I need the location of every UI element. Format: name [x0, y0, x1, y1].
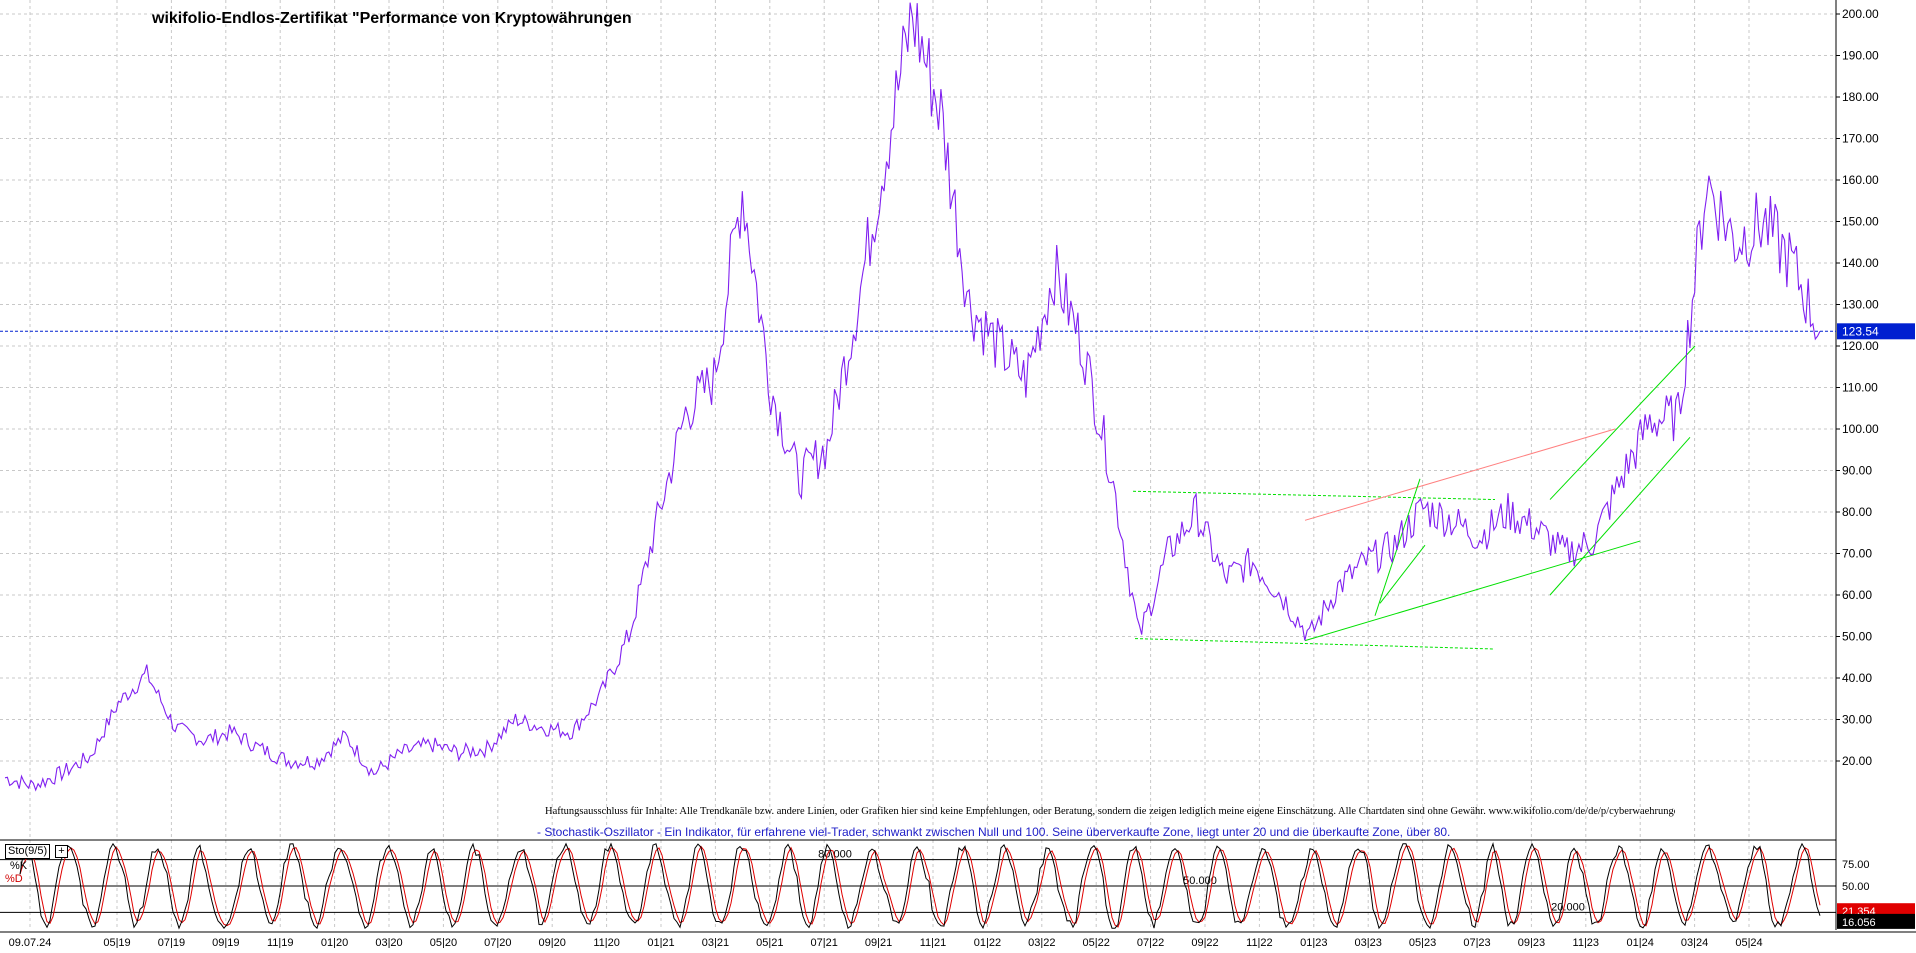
- osc-axis-label: 75.00: [1842, 859, 1870, 871]
- chart-title: wikifolio-Endlos-Zertifikat "Performance…: [152, 10, 632, 27]
- price-line: [4, 2, 1821, 792]
- uptrend-line: [1304, 540, 1641, 642]
- x-tick-label: 11|23: [1573, 937, 1600, 948]
- y-tick-label: 40.00: [1842, 671, 1872, 685]
- y-tick-label: 80.00: [1842, 505, 1872, 519]
- x-tick-label: 09|23: [1518, 937, 1545, 948]
- x-tick-label: 09.07.24: [9, 937, 52, 948]
- d-line-label: %D: [5, 873, 23, 885]
- d-line: [19, 845, 1821, 928]
- x-tick-label: 09|21: [865, 937, 892, 948]
- x-tick-label: 09|19: [212, 937, 239, 948]
- osc-level-label: 20.000: [1551, 901, 1585, 913]
- y-tick-label: 160.00: [1842, 173, 1879, 187]
- x-tick-label: 05|23: [1409, 937, 1436, 948]
- price-series: [4, 2, 1821, 792]
- osc-axis-label: 50.00: [1842, 881, 1870, 893]
- x-tick-label: 05|21: [756, 937, 783, 948]
- last-price-value: 123.54: [1842, 324, 1879, 338]
- y-tick-label: 180.00: [1842, 90, 1879, 104]
- y-tick-label: 130.00: [1842, 298, 1879, 312]
- x-tick-label: 01|20: [321, 937, 348, 948]
- stochastic-panel: 80.00050.00020.00075.0050.0025.0021.3541…: [0, 842, 1915, 930]
- x-tick-label: 03|24: [1681, 937, 1708, 948]
- y-tick-label: 190.00: [1842, 49, 1879, 63]
- x-tick-label: 07|21: [811, 937, 838, 948]
- y-tick-label: 110.00: [1842, 381, 1878, 395]
- x-tick-label: 03|21: [702, 937, 729, 948]
- x-tick-label: 01|21: [647, 937, 674, 948]
- x-tick-label: 05|20: [430, 937, 457, 948]
- x-tick-label: 09|22: [1191, 937, 1218, 948]
- x-tick-label: 11|19: [267, 937, 294, 948]
- x-tick-label: 09|20: [539, 937, 566, 948]
- resistance-line: [1304, 428, 1616, 521]
- y-tick-label: 200.00: [1842, 7, 1879, 21]
- x-tick-label: 07|23: [1463, 937, 1490, 948]
- d-value-label: 16.056: [1842, 917, 1876, 929]
- uptrend-channel-top: [1549, 345, 1696, 500]
- x-tick-label: 07|19: [158, 937, 185, 948]
- y-tick-label: 170.00: [1842, 132, 1879, 146]
- indicator-label[interactable]: Sto(9/5): [5, 844, 51, 859]
- grid-layer: [0, 0, 1836, 930]
- x-tick-label: 11|20: [593, 937, 620, 948]
- k-line-label: %K: [10, 860, 28, 872]
- x-tick-label: 03|22: [1028, 937, 1055, 948]
- x-tick-label: 03|23: [1355, 937, 1382, 948]
- add-indicator-button[interactable]: +: [55, 845, 68, 858]
- y-tick-label: 60.00: [1842, 588, 1872, 602]
- x-tick-label: 01|22: [974, 937, 1001, 948]
- oscillator-note: - Stochastik-Oszillator - Ein Indikator,…: [537, 825, 1451, 839]
- chart-root: 210.00200.00190.00180.00170.00160.00150.…: [0, 0, 1916, 949]
- x-tick-label: 11|21: [920, 937, 947, 948]
- y-tick-label: 70.00: [1842, 547, 1872, 561]
- x-tick-label: 05|19: [103, 937, 130, 948]
- y-tick-label: 30.00: [1842, 713, 1872, 727]
- x-tick-label: 01|23: [1300, 937, 1327, 948]
- y-tick-label: 120.00: [1842, 339, 1879, 353]
- y-tick-label: 50.00: [1842, 630, 1872, 644]
- y-tick-label: 150.00: [1842, 215, 1879, 229]
- y-tick-label: 140.00: [1842, 256, 1879, 270]
- x-tick-label: 11|22: [1246, 937, 1273, 948]
- x-tick-label: 07|20: [484, 937, 511, 948]
- x-tick-label: 05|22: [1083, 937, 1110, 948]
- x-tick-label: 03|20: [375, 937, 402, 948]
- x-tick-label: 01|24: [1627, 937, 1654, 948]
- y-tick-label: 90.00: [1842, 464, 1872, 478]
- disclaimer-text: Haftungsausschluss für Inhalte: Alle Tre…: [545, 806, 1675, 817]
- x-tick-label: 07|22: [1137, 937, 1164, 948]
- last-price-marker: 123.54: [0, 323, 1915, 340]
- x-axis: 09.07.24 05|19 07|19 09|19 11|19 01|20 03|20 05…: [0, 931, 1916, 949]
- y-tick-label: 20.00: [1842, 754, 1872, 768]
- y-tick-label: 100.00: [1842, 422, 1879, 436]
- uptrend-channel-bottom: [1549, 436, 1691, 596]
- x-tick-label: 05|24: [1735, 937, 1762, 948]
- y-axis: 210.00200.00190.00180.00170.00160.00150.…: [1835, 0, 1879, 930]
